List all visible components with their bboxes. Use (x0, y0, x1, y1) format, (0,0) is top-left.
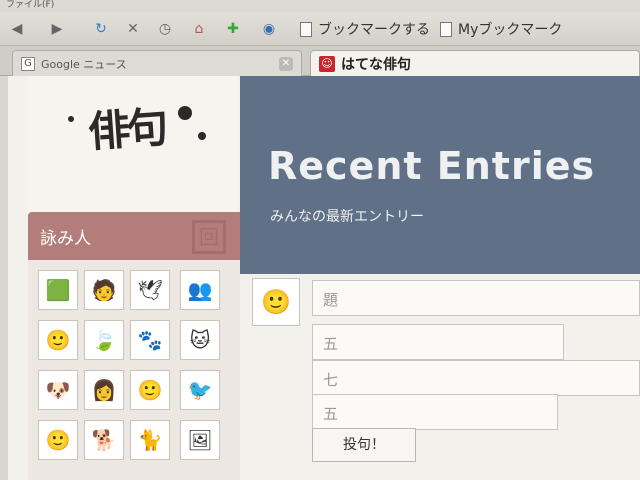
google-favicon-icon: G (21, 56, 35, 71)
feed-icon[interactable]: ◉ (258, 18, 280, 40)
poet-avatar[interactable]: 🍃 (84, 320, 124, 360)
page-content: 俳句 詠み人 回 🟩 🧑 🕊 👥 🙂 🍃 🐾 🐱 🐶 👩 🙂 🐦 🙂 🐕 🐈 🖼… (0, 76, 640, 480)
my-bookmark-link[interactable]: Myブックマーク (440, 18, 562, 40)
site-logo[interactable]: 俳句 (28, 76, 238, 212)
poet-avatar[interactable]: 🐱 (180, 320, 220, 360)
back-icon[interactable]: ◀ (6, 18, 28, 40)
poet-avatar[interactable]: 🐶 (38, 370, 78, 410)
poet-avatar[interactable]: 👩 (84, 370, 124, 410)
poet-avatar[interactable]: 🖼 (180, 420, 220, 460)
reload-icon[interactable]: ↻ (90, 18, 112, 40)
sidebar-title: 詠み人 (40, 229, 91, 249)
tab-bar: G Google ニュース ✕ ☺ はてな俳句 (0, 46, 640, 76)
bookmark-link-label: ブックマークする (318, 22, 430, 38)
home-icon[interactable]: ⌂ (188, 18, 210, 40)
close-icon[interactable]: ✕ (279, 57, 293, 71)
ink-splash-icon (198, 132, 206, 140)
ink-splash-icon (178, 106, 192, 120)
poet-avatar[interactable]: 🧑 (84, 270, 124, 310)
page-title: Recent Entries (268, 144, 596, 188)
poet-avatar[interactable]: 🐈 (130, 420, 170, 460)
poet-avatar[interactable]: 🙂 (130, 370, 170, 410)
bookmark-link[interactable]: ブックマークする (300, 18, 430, 40)
page-subtitle: みんなの最新エントリー (270, 209, 424, 225)
second-line-input[interactable]: 七 (312, 360, 640, 396)
tab-hatena-haiku[interactable]: ☺ はてな俳句 (310, 50, 640, 76)
browser-toolbar: ◀ ▶ ↻ ✕ ◷ ⌂ ✚ ◉ ブックマークする Myブックマーク (0, 12, 640, 46)
tab-label: Google ニュース (41, 57, 127, 71)
forward-icon[interactable]: ▶ (46, 18, 68, 40)
third-line-input[interactable]: 五 (312, 394, 558, 430)
page-icon (300, 21, 312, 37)
logo-text: 俳句 (86, 102, 166, 157)
history-icon[interactable]: ◷ (154, 18, 176, 40)
ink-splash-icon (68, 116, 74, 122)
tab-google-news[interactable]: G Google ニュース ✕ (12, 50, 302, 76)
stamp-icon: 回 (192, 220, 226, 254)
hatena-favicon-icon: ☺ (319, 55, 335, 72)
poet-avatar[interactable]: 🟩 (38, 270, 78, 310)
poet-avatar[interactable]: 🙂 (38, 420, 78, 460)
poet-avatar[interactable]: 🐦 (180, 370, 220, 410)
submit-haiku-button[interactable]: 投句！ (312, 428, 416, 462)
recent-entries-banner: Recent Entries みんなの最新エントリー (240, 76, 640, 274)
poet-avatar[interactable]: 🕊 (130, 270, 170, 310)
page-icon (440, 21, 452, 37)
poet-avatar[interactable]: 👥 (180, 270, 220, 310)
sidebar-header: 詠み人 回 (28, 212, 240, 260)
poet-list: 🟩 🧑 🕊 👥 🙂 🍃 🐾 🐱 🐶 👩 🙂 🐦 🙂 🐕 🐈 🖼 (28, 260, 240, 480)
poet-avatar[interactable]: 🙂 (38, 320, 78, 360)
tab-label: はてな俳句 (341, 56, 411, 73)
my-bookmark-link-label: Myブックマーク (458, 22, 563, 38)
poet-avatar[interactable]: 🐾 (130, 320, 170, 360)
menu-bar[interactable]: ファイル(F) (0, 0, 640, 12)
add-bookmark-icon[interactable]: ✚ (222, 18, 244, 40)
window-edge (0, 76, 8, 480)
current-user-avatar[interactable]: 🙂 (252, 278, 300, 326)
first-line-input[interactable]: 五 (312, 324, 564, 360)
title-input[interactable]: 題 (312, 280, 640, 316)
poet-avatar[interactable]: 🐕 (84, 420, 124, 460)
stop-icon[interactable]: ✕ (122, 18, 144, 40)
